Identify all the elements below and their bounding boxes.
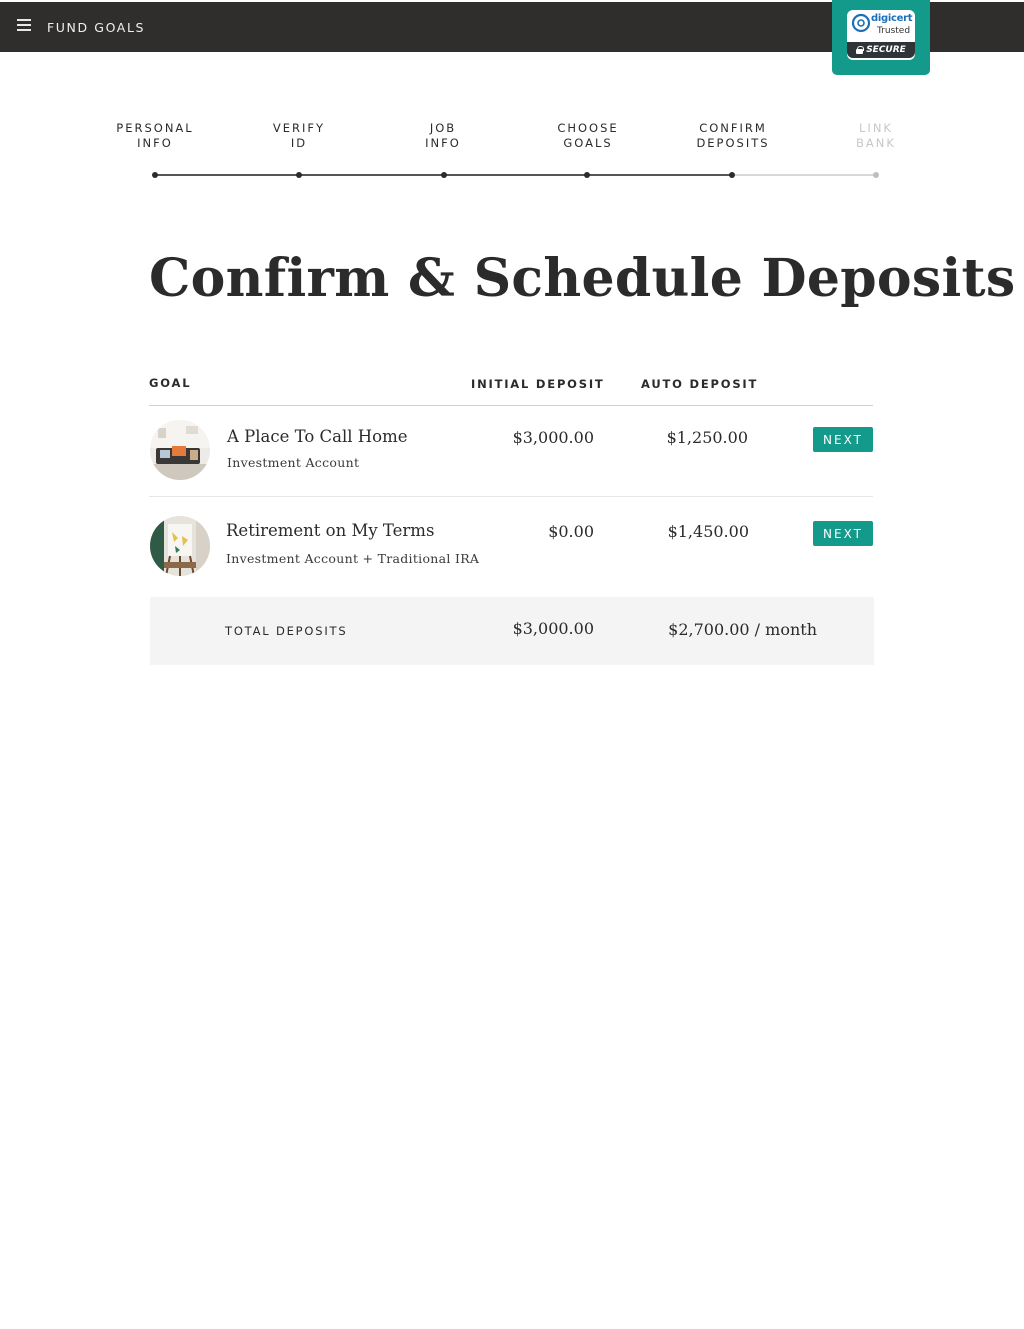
goal-account-type: Investment Account [227,455,360,470]
step-verify-id[interactable]: VERIFY ID [244,121,354,151]
digicert-logo-icon [851,13,871,33]
badge-trusted-text: Trusted [877,26,911,36]
initial-deposit-value: $3,000.00 [512,428,594,447]
column-header-initial-deposit: INITIAL DEPOSIT [471,377,605,391]
progress-track-remaining [732,174,876,176]
goal-name: A Place To Call Home [227,427,408,446]
auto-deposit-value: $1,450.00 [667,522,749,541]
step-choose-goals[interactable]: CHOOSE GOALS [533,121,643,151]
step-job-info[interactable]: JOB INFO [388,121,498,151]
column-header-auto-deposit: AUTO DEPOSIT [641,377,759,391]
hamburger-icon[interactable] [17,19,31,33]
progress-dot [296,172,302,178]
goal-account-type: Investment Account + Traditional IRA [226,551,480,566]
badge-brand: digicert [871,13,913,24]
step-label-line1: JOB [429,121,457,135]
step-label-line2: DEPOSITS [696,136,770,150]
total-auto-deposit: $2,700.00 / month [668,620,817,639]
step-label-line1: PERSONAL [116,121,194,135]
topbar-title: FUND GOALS [47,20,146,35]
progress-dot [152,172,158,178]
security-badge[interactable]: digicert Trusted SECURE [832,0,930,75]
living-room-image [150,420,210,480]
progress-dot-upcoming [873,172,879,178]
badge-card: digicert Trusted SECURE [847,10,915,60]
step-label-line2: BANK [856,136,896,150]
progress-dot-current [729,172,735,178]
step-label-line1: LINK [859,121,893,135]
header-divider [149,405,873,406]
auto-deposit-value: $1,250.00 [666,428,748,447]
badge-secure-bar: SECURE [847,42,915,58]
goal-image-home [150,420,210,480]
next-button[interactable]: NEXT [813,521,873,546]
badge-secure-text: SECURE [866,45,906,55]
column-header-goal: GOAL [149,376,192,390]
step-confirm-deposits[interactable]: CONFIRM DEPOSITS [678,121,788,151]
progress-dot [584,172,590,178]
step-label-line1: CONFIRM [699,121,767,135]
page-title: Confirm & Schedule Deposits [149,248,1016,309]
total-deposits-label: TOTAL DEPOSITS [225,624,348,638]
initial-deposit-value: $0.00 [548,522,594,541]
goal-name: Retirement on My Terms [226,521,435,540]
easel-painting-image [150,516,210,576]
step-label-line1: VERIFY [272,121,326,135]
step-label-line2: INFO [137,136,173,150]
goal-image-retirement [150,516,210,576]
row-divider [149,496,873,497]
step-label-line2: ID [290,136,308,150]
step-link-bank: LINK BANK [821,121,931,151]
step-label-line2: GOALS [563,136,613,150]
step-label-line2: INFO [425,136,461,150]
step-personal-info[interactable]: PERSONAL INFO [100,121,210,151]
progress-dot [441,172,447,178]
lock-icon [856,46,865,54]
step-label-line1: CHOOSE [557,121,619,135]
next-button[interactable]: NEXT [813,427,873,452]
total-initial-deposit: $3,000.00 [512,619,594,638]
